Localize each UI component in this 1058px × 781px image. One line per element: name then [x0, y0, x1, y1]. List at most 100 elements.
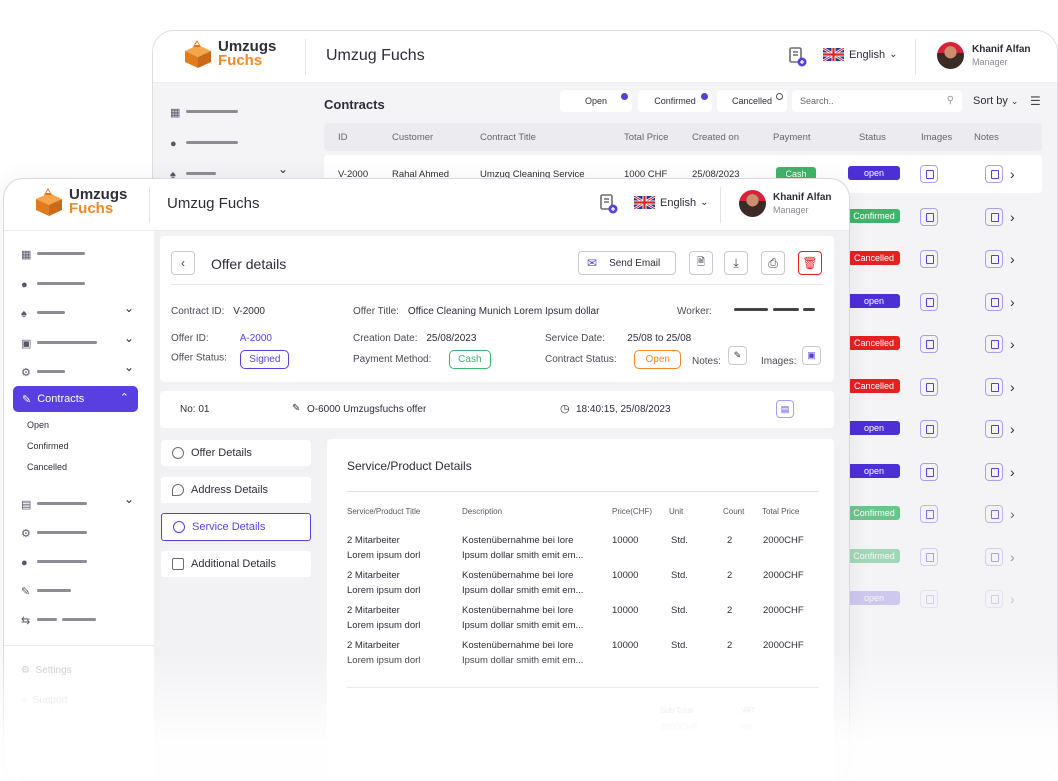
note-icon[interactable] [985, 590, 1003, 608]
chevron-right-icon[interactable]: › [1010, 549, 1015, 565]
delete-button[interactable]: 🗑 [798, 251, 822, 275]
image-icon[interactable] [920, 165, 938, 183]
tab-label: Additional Details [191, 558, 276, 570]
sidebar-subitem-confirmed[interactable]: Confirmed [27, 441, 69, 451]
cell-desc1: Kostenübernahme bei lore [462, 605, 574, 616]
image-icon[interactable] [920, 547, 938, 566]
sidebar-subitem-open[interactable]: Open [27, 420, 49, 430]
back-button[interactable]: ‹ [171, 251, 195, 275]
note-icon[interactable] [985, 505, 1003, 523]
chevron-right-icon[interactable]: › [1010, 209, 1015, 225]
sidebar-item-notes[interactable]: ✎ [21, 582, 72, 600]
sidebar-item-dashboard[interactable]: ▦ [21, 245, 86, 263]
table-row[interactable]: Cancelled › [838, 377, 1038, 398]
offer-id[interactable]: A-2000 [240, 333, 272, 344]
table-row[interactable]: open › [838, 462, 1038, 483]
image-icon[interactable] [920, 462, 938, 481]
table-row[interactable]: open › [838, 590, 1038, 610]
chevron-right-icon[interactable]: › [1010, 506, 1015, 522]
chevron-right-icon[interactable]: › [1010, 336, 1015, 352]
sidebar-item-logs[interactable]: ⇆ [21, 611, 96, 629]
filter-sliders-icon[interactable]: ☰ [1030, 94, 1041, 108]
table-row[interactable]: Confirmed › [838, 547, 1038, 568]
chevron-right-icon[interactable]: › [1010, 421, 1015, 437]
chevron-right-icon[interactable]: › [1010, 166, 1015, 182]
table-row[interactable]: open › [838, 292, 1038, 313]
pdf-button[interactable]: 🗎 [689, 251, 713, 275]
chevron-right-icon[interactable]: › [1010, 464, 1015, 480]
user-profile[interactable]: Khanif Alfan Manager [739, 190, 832, 217]
image-icon[interactable] [920, 590, 938, 608]
sidebar-item-contracts[interactable]: ✎ Contracts ⌃ [13, 386, 138, 412]
table-row[interactable]: Confirmed › [838, 505, 1038, 525]
sidebar-item-workers[interactable]: ♠ ⌄ [21, 301, 136, 322]
search-input[interactable]: Search.. ⚲ [792, 90, 962, 112]
print-button[interactable]: ⎙ [761, 251, 785, 275]
offer-record[interactable]: No: 01 ✎ O-6000 Umzugsfuchs offer ◷ 18:4… [160, 391, 834, 428]
note-icon[interactable] [985, 207, 1003, 226]
brand-logo[interactable]: Umzugs Fuchs [32, 187, 127, 217]
chevron-right-icon[interactable]: › [1010, 294, 1015, 310]
tab-service-details[interactable]: Service Details [161, 513, 311, 541]
language-selector[interactable]: English ⌄ [633, 194, 708, 211]
table-row[interactable]: Cancelled › [838, 335, 1038, 355]
language-selector[interactable]: English ⌄ [822, 46, 897, 63]
image-icon[interactable] [920, 505, 938, 523]
filter-open[interactable]: Open [560, 90, 632, 112]
note-icon[interactable] [985, 547, 1003, 566]
sort-button[interactable]: Sort by ⌄ [973, 95, 1018, 107]
record-document-icon[interactable]: ▤ [776, 400, 794, 418]
note-icon[interactable] [985, 377, 1003, 396]
cell-unit: Std. [671, 640, 688, 651]
tab-offer-details[interactable]: Offer Details [161, 440, 311, 466]
image-icon[interactable] [920, 420, 938, 438]
sidebar-settings[interactable]: ⚙ Settings [21, 665, 72, 676]
chevron-right-icon[interactable]: › [1010, 379, 1015, 395]
note-icon[interactable] [985, 462, 1003, 481]
note-icon[interactable] [985, 335, 1003, 353]
images-button[interactable]: ▣ [802, 346, 821, 365]
sidebar-item-config[interactable]: ⚙ [21, 524, 88, 542]
filter-cancelled[interactable]: Cancelled [717, 90, 787, 112]
note-icon[interactable] [985, 165, 1003, 183]
tab-address-details[interactable]: Address Details [161, 477, 311, 503]
user-profile[interactable]: Khanif Alfan Manager [937, 42, 1031, 69]
sidebar-support[interactable]: ○ Support [21, 695, 68, 706]
note-icon[interactable] [985, 292, 1003, 311]
cell-unit: Std. [671, 535, 688, 546]
image-icon[interactable] [920, 292, 938, 311]
tab-additional-details[interactable]: Additional Details [161, 551, 311, 577]
sidebar-item-services[interactable]: ⚙ ⌄ [21, 360, 136, 381]
sidebar-item-dashboard[interactable]: ▦ [170, 103, 250, 121]
image-icon[interactable] [920, 207, 938, 226]
note-icon[interactable] [985, 420, 1003, 438]
brand-logo[interactable]: Umzugs Fuchs [181, 39, 276, 69]
sidebar-subitem-cancelled[interactable]: Cancelled [27, 462, 67, 472]
status-badge: open [848, 421, 900, 435]
service-date: 25/08 to 25/08 [627, 333, 692, 344]
col-images: Images [921, 132, 953, 143]
send-email-button[interactable]: ✉ Send Email [578, 251, 676, 275]
add-document-icon[interactable] [789, 47, 807, 67]
download-button[interactable]: ⤓ [724, 251, 748, 275]
add-document-icon[interactable] [600, 194, 618, 219]
image-icon[interactable] [920, 377, 938, 396]
chevron-right-icon[interactable]: › [1010, 251, 1015, 267]
table-row[interactable]: open › [838, 165, 1038, 185]
images-label: Images: [761, 356, 797, 367]
sidebar-item-documents[interactable]: ▤ ⌄ [21, 492, 136, 513]
sidebar-item-users[interactable]: ● [170, 134, 250, 152]
filter-confirmed[interactable]: Confirmed [638, 90, 712, 112]
notes-button[interactable]: ✎ [728, 346, 747, 365]
image-icon[interactable] [920, 335, 938, 353]
image-icon[interactable] [920, 250, 938, 268]
note-icon[interactable] [985, 250, 1003, 268]
chevron-right-icon[interactable]: › [1010, 591, 1015, 607]
sidebar-item-profile[interactable]: ● [21, 553, 88, 571]
table-row[interactable]: Confirmed › [838, 207, 1038, 228]
sidebar-item-users[interactable]: ● [21, 275, 86, 293]
table-row[interactable]: open › [838, 420, 1038, 440]
gear-icon: ⚙ [21, 367, 31, 379]
table-row[interactable]: Cancelled › [838, 250, 1038, 270]
sidebar-item-calendar[interactable]: ▣ ⌄ [21, 331, 136, 352]
